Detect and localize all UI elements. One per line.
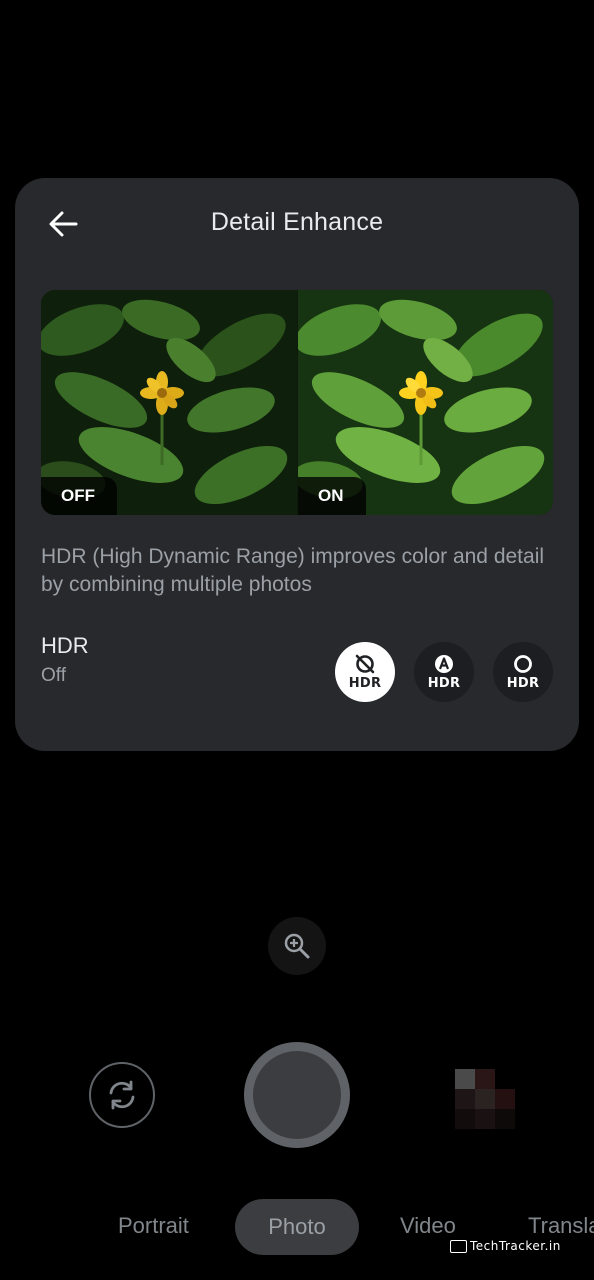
watermark-text: TechTracker.in bbox=[470, 1239, 561, 1253]
hdr-off-label: HDR bbox=[348, 676, 382, 691]
mode-portrait[interactable]: Portrait bbox=[118, 1213, 189, 1239]
gallery-thumbnail[interactable] bbox=[455, 1069, 515, 1129]
watermark-icon bbox=[450, 1239, 467, 1253]
mode-photo[interactable]: Photo bbox=[235, 1199, 359, 1255]
panel-title: Detail Enhance bbox=[210, 208, 384, 236]
hdr-auto-label: HDR bbox=[427, 676, 461, 691]
hdr-off-preview: OFF bbox=[41, 290, 297, 515]
off-label: OFF bbox=[41, 477, 117, 515]
watermark: TechTracker.in bbox=[450, 1238, 561, 1254]
zoom-button[interactable] bbox=[268, 917, 326, 975]
hdr-setting-value: Off bbox=[41, 665, 66, 686]
hdr-off-icon bbox=[355, 654, 375, 674]
hdr-on-button[interactable]: HDR bbox=[493, 642, 553, 702]
hdr-auto-button[interactable]: HDR bbox=[414, 642, 474, 702]
switch-camera-icon bbox=[109, 1080, 135, 1110]
hdr-on-preview: ON bbox=[298, 290, 553, 515]
hdr-comparison-image: OFF ON bbox=[41, 290, 553, 515]
mode-translate[interactable]: Transla bbox=[528, 1213, 594, 1239]
shutter-button[interactable] bbox=[244, 1042, 350, 1148]
hdr-off-button[interactable]: HDR bbox=[335, 642, 395, 702]
hdr-on-icon bbox=[514, 655, 532, 673]
detail-enhance-panel: Detail Enhance OFF ON HDR (High Dynamic … bbox=[15, 178, 579, 751]
mode-video[interactable]: Video bbox=[400, 1213, 456, 1239]
switch-camera-button[interactable] bbox=[89, 1062, 155, 1128]
hdr-description: HDR (High Dynamic Range) improves color … bbox=[41, 545, 545, 596]
hdr-auto-icon bbox=[435, 655, 453, 673]
shutter-inner bbox=[253, 1051, 341, 1139]
hdr-setting-label: HDR bbox=[41, 633, 89, 658]
hdr-on-label: HDR bbox=[506, 676, 540, 691]
zoom-in-icon bbox=[284, 933, 310, 959]
on-label: ON bbox=[298, 477, 366, 515]
